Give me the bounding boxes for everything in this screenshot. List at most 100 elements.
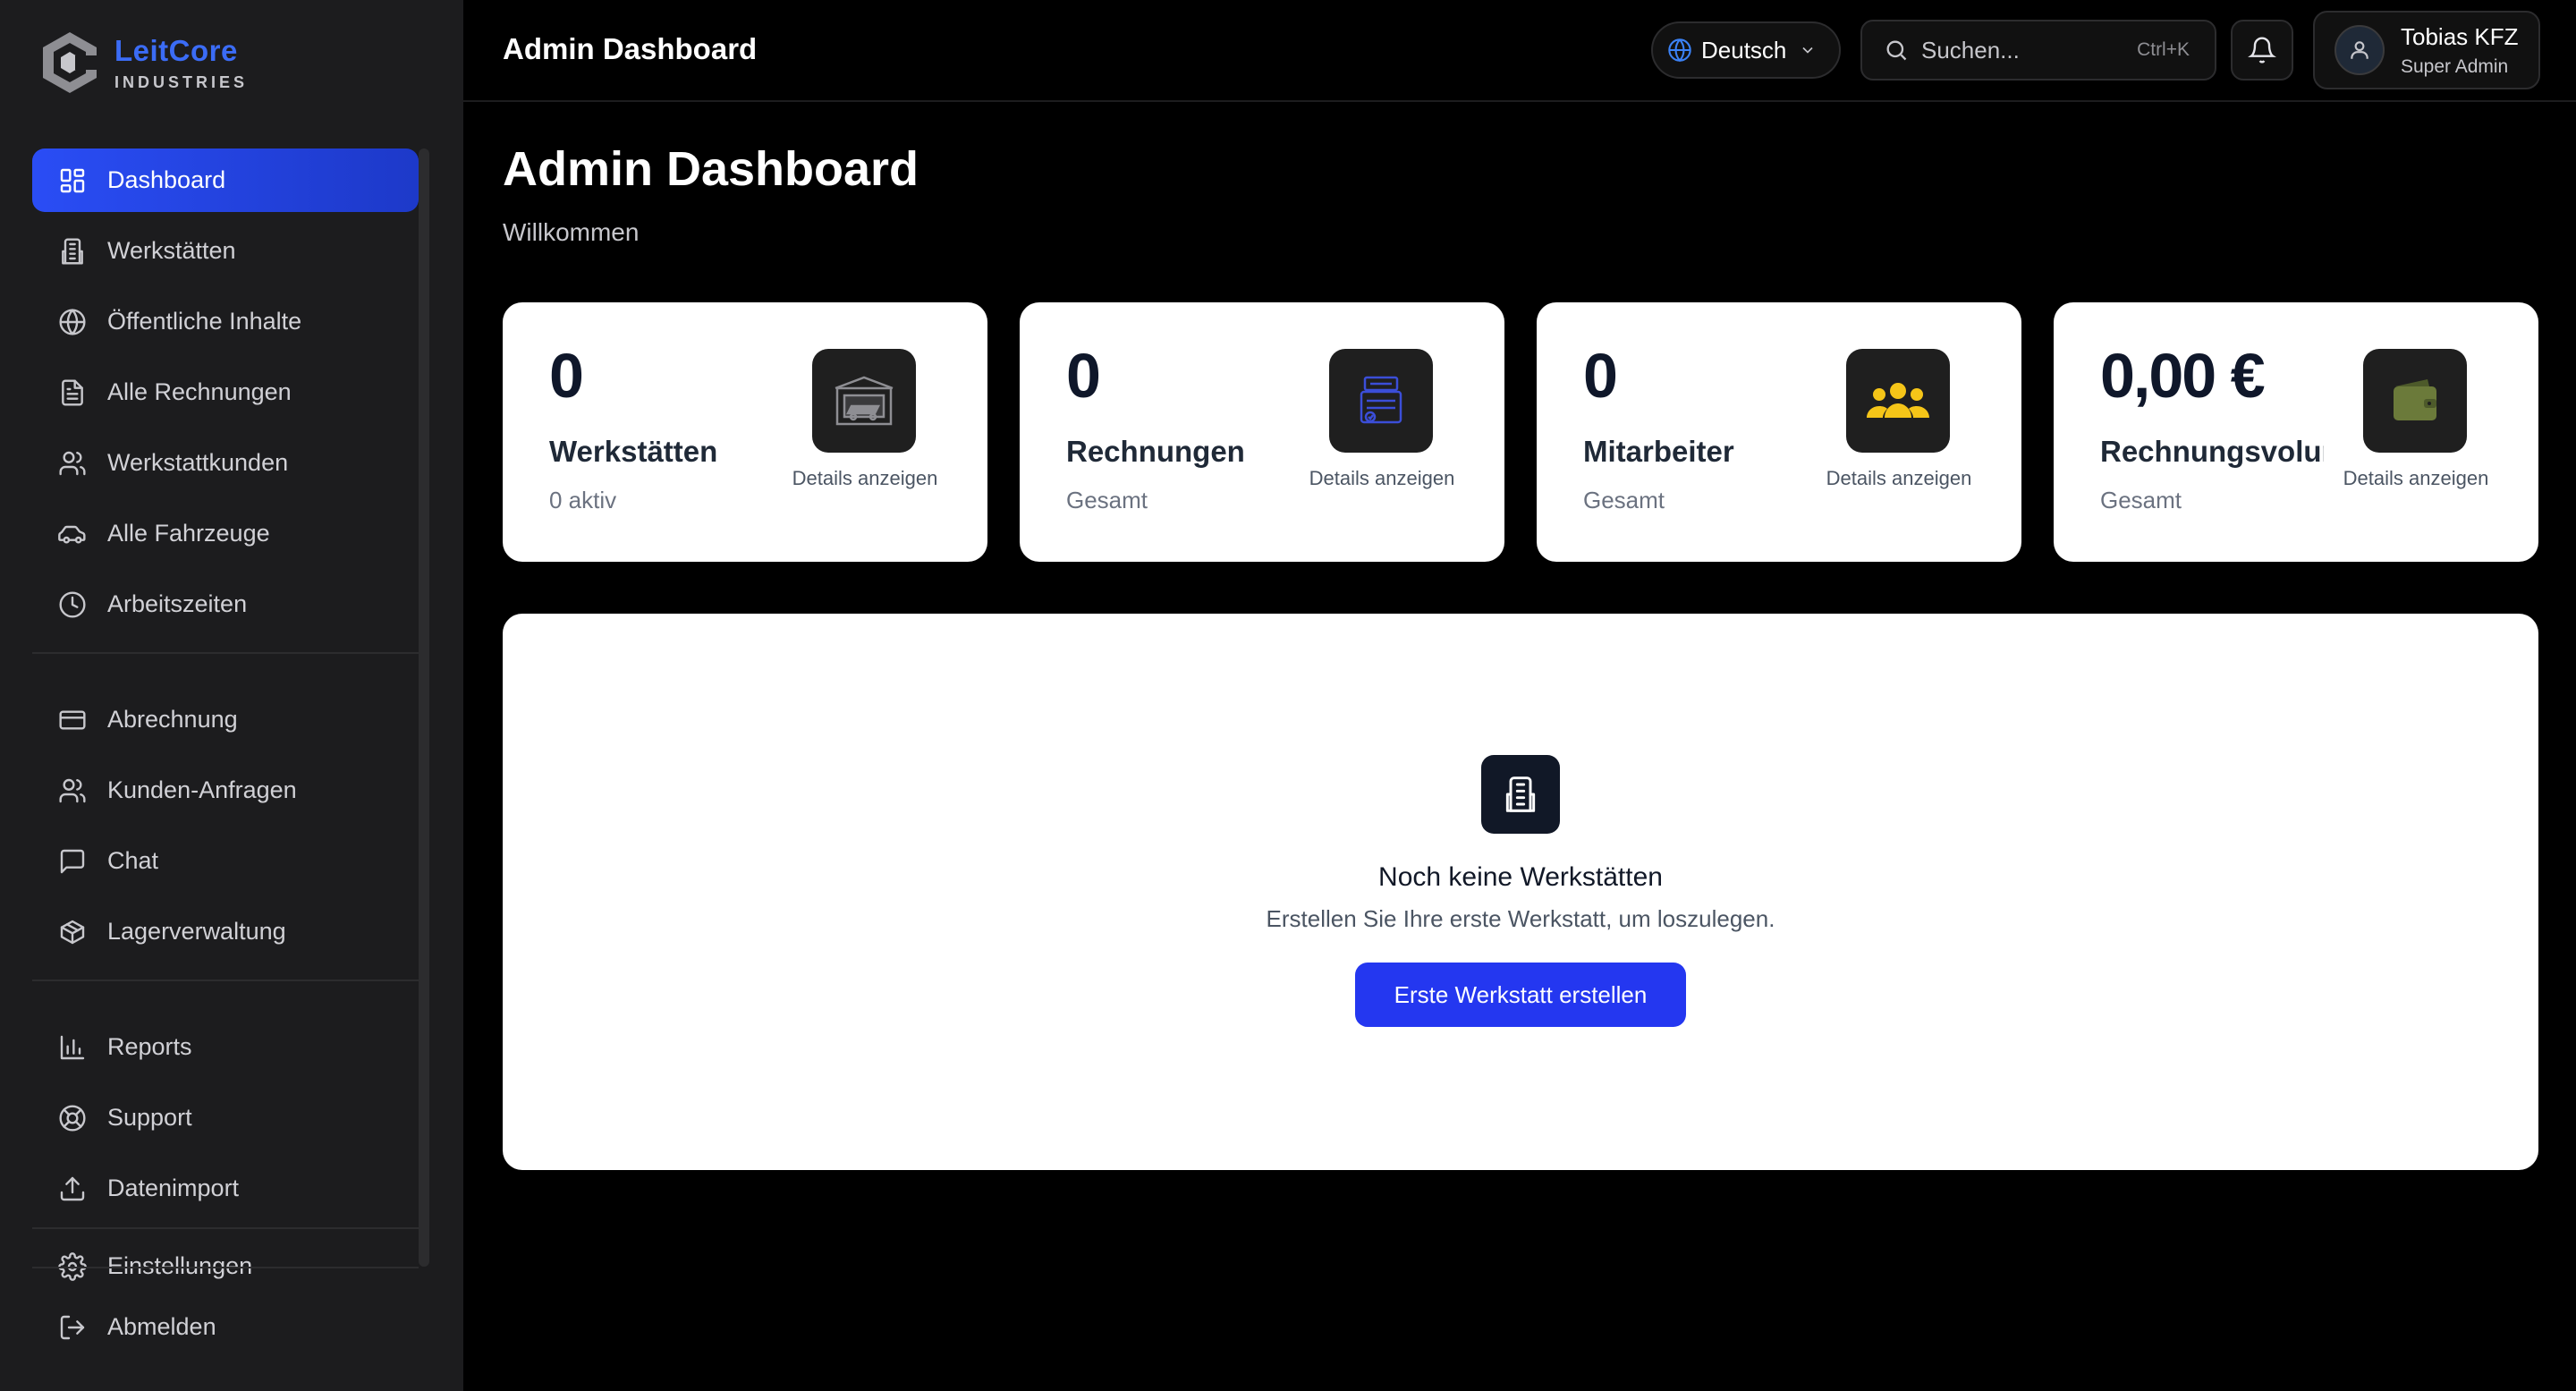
user-role: Super Admin <box>2401 55 2509 77</box>
logout-icon <box>57 1312 88 1343</box>
sidebar-item-werkstattkunden[interactable]: Werkstattkunden <box>32 431 419 495</box>
stat-subtitle: Gesamt <box>1583 487 1665 513</box>
sidebar-item-datenimport[interactable]: Datenimport <box>32 1157 419 1220</box>
brand-tagline: INDUSTRIES <box>114 72 249 91</box>
bar-chart-icon <box>57 1032 88 1063</box>
logout-button[interactable]: Abmelden <box>32 1295 419 1359</box>
page-subtitle: Willkommen <box>503 218 640 246</box>
chat-icon <box>57 846 88 877</box>
notifications-button[interactable] <box>2231 20 2293 81</box>
stat-card-mitarbeiter[interactable]: 0 Mitarbeiter Gesamt Details anzeigen <box>1537 302 2021 562</box>
stat-value: 0,00 € <box>2100 341 2266 411</box>
sidebar-item-label: Alle Rechnungen <box>107 378 292 405</box>
nav-divider <box>32 1227 419 1229</box>
sidebar-item-abrechnung[interactable]: Abrechnung <box>32 688 419 751</box>
lifebuoy-icon <box>57 1103 88 1133</box>
topbar: Admin Dashboard Deutsch Suchen... Ctrl+K… <box>463 0 2576 102</box>
stat-card-rechnungsvolumen[interactable]: 0,00 € Rechnungsvolumen Gesamt Details a… <box>2054 302 2538 562</box>
stat-title: Werkstätten <box>549 435 718 468</box>
details-link[interactable]: Details anzeigen <box>789 467 941 490</box>
empty-state-panel: Noch keine Werkstätten Erstellen Sie Ihr… <box>503 614 2538 1170</box>
bell-icon <box>2248 37 2276 64</box>
details-link[interactable]: Details anzeigen <box>2340 467 2492 490</box>
users-icon <box>57 776 88 806</box>
sidebar-item-dashboard[interactable]: Dashboard <box>32 148 419 212</box>
user-name: Tobias KFZ <box>2401 22 2519 50</box>
sidebar-item-label: Abrechnung <box>107 706 238 733</box>
nav-divider <box>32 652 419 654</box>
invoice-icon <box>1329 349 1433 453</box>
search-icon <box>1886 40 1907 61</box>
nav-divider <box>32 980 419 981</box>
sidebar-item-arbeitszeiten[interactable]: Arbeitszeiten <box>32 573 419 636</box>
sidebar-item-label: Support <box>107 1104 192 1131</box>
sidebar-item-label: Kunden-Anfragen <box>107 776 297 803</box>
stat-title: Rechnungsvolumen <box>2100 435 2324 468</box>
building-icon <box>1481 755 1560 834</box>
sidebar-item-alle-fahrzeuge[interactable]: Alle Fahrzeuge <box>32 502 419 565</box>
leitcore-logo-icon <box>43 32 98 93</box>
details-link[interactable]: Details anzeigen <box>1306 467 1458 490</box>
stat-value: 0 <box>549 341 584 411</box>
sidebar-item-label: Werkstätten <box>107 237 236 264</box>
clock-icon <box>57 589 88 620</box>
sidebar-nav: Dashboard Werkstätten Öffentliche Inhalt… <box>32 148 419 1305</box>
sidebar-item-reports[interactable]: Reports <box>32 1015 419 1079</box>
sidebar-item-oeffentliche-inhalte[interactable]: Öffentliche Inhalte <box>32 290 419 353</box>
language-label: Deutsch <box>1701 36 1787 64</box>
upload-icon <box>57 1174 88 1204</box>
sidebar: LeitCore INDUSTRIES Dashboard Werkstätte… <box>0 0 463 1391</box>
sidebar-item-label: Werkstattkunden <box>107 449 289 476</box>
sidebar-item-lagerverwaltung[interactable]: Lagerverwaltung <box>32 900 419 963</box>
search-placeholder: Suchen... <box>1921 36 2020 64</box>
logout-label: Abmelden <box>107 1313 216 1340</box>
package-icon <box>57 917 88 947</box>
search-input[interactable]: Suchen... Ctrl+K <box>1860 20 2216 81</box>
empty-state-subtitle: Erstellen Sie Ihre erste Werkstatt, um l… <box>1266 905 1775 932</box>
sidebar-item-label: Öffentliche Inhalte <box>107 308 302 335</box>
sidebar-item-label: Lagerverwaltung <box>107 918 286 945</box>
stat-title: Rechnungen <box>1066 435 1245 468</box>
sidebar-item-werkstaetten[interactable]: Werkstätten <box>32 219 419 283</box>
globe-icon <box>57 307 88 337</box>
sidebar-item-label: Reports <box>107 1033 192 1060</box>
building-icon <box>57 236 88 267</box>
sidebar-item-alle-rechnungen[interactable]: Alle Rechnungen <box>32 360 419 424</box>
stat-value: 0 <box>1066 341 1101 411</box>
sidebar-item-kunden-anfragen[interactable]: Kunden-Anfragen <box>32 759 419 822</box>
stat-card-werkstaetten[interactable]: 0 Werkstätten 0 aktiv Details anzeigen <box>503 302 987 562</box>
brand-name: LeitCore <box>114 33 238 67</box>
user-menu[interactable]: Tobias KFZ Super Admin <box>2313 11 2540 89</box>
empty-state-title: Noch keine Werkstätten <box>1378 862 1663 892</box>
topbar-title: Admin Dashboard <box>503 32 758 65</box>
sidebar-scrollbar[interactable] <box>419 148 429 1267</box>
stat-subtitle: 0 aktiv <box>549 487 617 513</box>
sidebar-item-chat[interactable]: Chat <box>32 829 419 893</box>
stat-card-rechnungen[interactable]: 0 Rechnungen Gesamt Details anzeigen <box>1020 302 1504 562</box>
sidebar-item-label: Arbeitszeiten <box>107 590 248 617</box>
car-icon <box>57 519 88 549</box>
stat-subtitle: Gesamt <box>2100 487 2182 513</box>
stat-title: Mitarbeiter <box>1583 435 1734 468</box>
create-workshop-button[interactable]: Erste Werkstatt erstellen <box>1355 963 1686 1027</box>
user-icon <box>2351 41 2368 59</box>
document-icon <box>57 377 88 408</box>
stat-subtitle: Gesamt <box>1066 487 1148 513</box>
search-shortcut: Ctrl+K <box>2137 39 2190 60</box>
language-selector[interactable]: Deutsch <box>1651 21 1841 79</box>
dashboard-grid-icon <box>57 165 88 196</box>
sidebar-item-label: Dashboard <box>107 166 226 193</box>
details-link[interactable]: Details anzeigen <box>1823 467 1975 490</box>
users-icon <box>57 448 88 479</box>
globe-icon <box>1668 38 1691 63</box>
logout-section: Abmelden <box>32 1295 419 1366</box>
sidebar-item-support[interactable]: Support <box>32 1086 419 1149</box>
chevron-down-icon <box>1802 47 1813 54</box>
stat-value: 0 <box>1583 341 1618 411</box>
nav-divider <box>32 1267 419 1268</box>
brand-logo[interactable]: LeitCore INDUSTRIES <box>41 30 248 95</box>
sidebar-item-label: Chat <box>107 847 159 874</box>
page-title: Admin Dashboard <box>503 142 919 196</box>
credit-card-icon <box>57 705 88 735</box>
sidebar-item-label: Alle Fahrzeuge <box>107 520 270 547</box>
